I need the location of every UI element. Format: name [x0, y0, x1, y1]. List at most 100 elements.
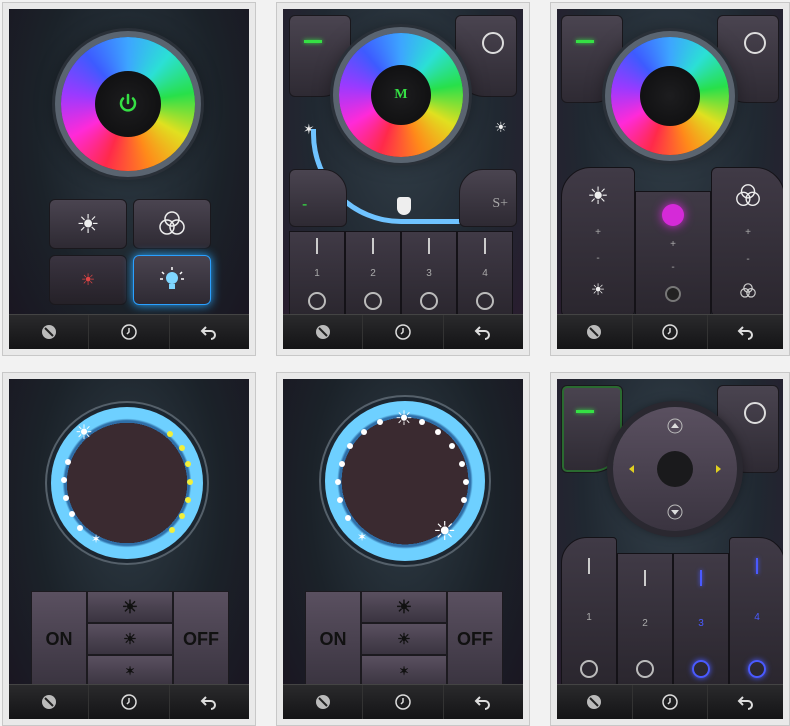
zone-button-2[interactable]: 2: [617, 553, 673, 687]
back-arrow-icon: [474, 326, 491, 340]
tab-back[interactable]: [708, 685, 783, 719]
brightness-ring[interactable]: [51, 407, 203, 559]
level-dot: [345, 515, 351, 521]
clock-icon: [395, 324, 411, 340]
level-dot: [339, 461, 345, 467]
zone-label: 3: [426, 267, 432, 279]
sun-small-marker-icon: ✶: [357, 530, 368, 544]
zone-button-2[interactable]: 2: [345, 231, 401, 319]
arrow-up-icon[interactable]: [666, 417, 684, 435]
tab-back[interactable]: [170, 315, 249, 349]
brightness-button[interactable]: ☀ + - ☀: [561, 167, 635, 317]
tab-back[interactable]: [708, 315, 783, 349]
level-dot: [69, 511, 75, 517]
tab-timer[interactable]: [633, 685, 709, 719]
tab-bar: [283, 684, 523, 719]
zone-on-mark: [588, 558, 590, 574]
wheel-center[interactable]: [640, 66, 700, 126]
brightness-mid-button[interactable]: ☀: [361, 623, 447, 655]
tab-color[interactable]: [283, 315, 364, 349]
arrow-down-icon[interactable]: [666, 503, 684, 521]
status-indicator: [576, 410, 594, 413]
tab-color[interactable]: [283, 685, 364, 719]
level-dot: [167, 431, 173, 437]
rgb-circles-small-icon: [740, 282, 756, 298]
power-off-button[interactable]: [455, 15, 517, 97]
zone-button-3[interactable]: 3: [401, 231, 457, 319]
power-button[interactable]: [95, 71, 161, 137]
zone-on-mark: [316, 238, 318, 254]
level-dot: [461, 497, 467, 503]
brightness-low-button[interactable]: ✶: [87, 655, 173, 687]
zone-label: 2: [370, 267, 376, 279]
tab-timer[interactable]: [363, 685, 444, 719]
rgb-circles-icon: [736, 184, 760, 207]
color-mix-button[interactable]: + -: [711, 167, 783, 317]
speed-button[interactable]: + -: [635, 191, 711, 317]
zone-button-1[interactable]: 1: [561, 537, 617, 687]
status-indicator: [576, 40, 594, 43]
color-wheel[interactable]: [61, 37, 195, 171]
rgb-circles-icon: [159, 211, 185, 235]
app-screen-4: ☀ ✶ ON ☀ ☀ ✶ OFF: [9, 379, 249, 719]
tab-timer[interactable]: [89, 315, 170, 349]
level-dot: [435, 429, 441, 435]
zone-label: 4: [482, 267, 488, 279]
tab-back[interactable]: [170, 685, 249, 719]
sun-small-icon: ☀: [80, 272, 96, 289]
off-button[interactable]: OFF: [447, 591, 503, 687]
brightness-slider-thumb[interactable]: [397, 197, 411, 215]
brightness-high-button[interactable]: ☀: [87, 591, 173, 623]
zone-on-mark: [700, 570, 702, 586]
tab-back[interactable]: [444, 685, 523, 719]
speed-plus-button[interactable]: S+: [459, 169, 517, 227]
color-mix-button[interactable]: [133, 199, 211, 249]
tab-color[interactable]: [557, 315, 633, 349]
level-dot: [361, 429, 367, 435]
tab-timer[interactable]: [363, 315, 444, 349]
sun-top-marker-icon: ☀: [395, 408, 413, 430]
zone-label: 4: [754, 611, 760, 623]
zone-button-1[interactable]: 1: [289, 231, 345, 319]
speed-minus-button[interactable]: -: [289, 169, 347, 227]
zone-label: 3: [698, 617, 704, 629]
mode-button[interactable]: M: [371, 65, 431, 125]
brightness-down-button[interactable]: ☀: [49, 255, 127, 305]
sun-small-marker-icon: ✶: [91, 532, 102, 546]
brightness-mid-button[interactable]: ☀: [87, 623, 173, 655]
tab-color[interactable]: [9, 685, 90, 719]
color-picker-icon: [315, 325, 330, 339]
zone-button-4[interactable]: 4: [729, 537, 783, 687]
tab-timer[interactable]: [89, 685, 170, 719]
tab-bar: [557, 314, 783, 349]
tab-timer[interactable]: [633, 315, 709, 349]
tab-back[interactable]: [444, 315, 523, 349]
back-arrow-icon: [474, 696, 491, 710]
arrow-left-icon[interactable]: [623, 460, 641, 478]
on-button[interactable]: ON: [305, 591, 361, 687]
off-button[interactable]: OFF: [173, 591, 229, 687]
level-dot: [337, 497, 343, 503]
level-dot: [187, 479, 193, 485]
level-dot: [65, 459, 71, 465]
tab-color[interactable]: [557, 685, 633, 719]
white-light-button[interactable]: [133, 255, 211, 305]
color-picker-icon: [587, 325, 602, 339]
zone-off-mark: [692, 660, 710, 678]
on-button[interactable]: ON: [31, 591, 87, 687]
color-picker-icon: [587, 695, 602, 709]
tab-color[interactable]: [9, 315, 90, 349]
clock-icon: [662, 324, 678, 340]
brightness-low-button[interactable]: ✶: [361, 655, 447, 687]
zone-button-3[interactable]: 3: [673, 553, 729, 687]
screenshot-6: 1 2 3 4: [550, 372, 790, 726]
on-label: ON: [319, 628, 347, 649]
zone-button-4[interactable]: 4: [457, 231, 513, 319]
brightness-high-button[interactable]: ☀: [361, 591, 447, 623]
direction-pad[interactable]: [613, 407, 737, 531]
zone-off-mark: [420, 292, 438, 310]
color-wheel[interactable]: [611, 37, 729, 155]
brightness-up-button[interactable]: ☀: [49, 199, 127, 249]
arrow-right-icon[interactable]: [709, 460, 727, 478]
brightness-plus-icon[interactable]: ☀: [494, 119, 507, 136]
